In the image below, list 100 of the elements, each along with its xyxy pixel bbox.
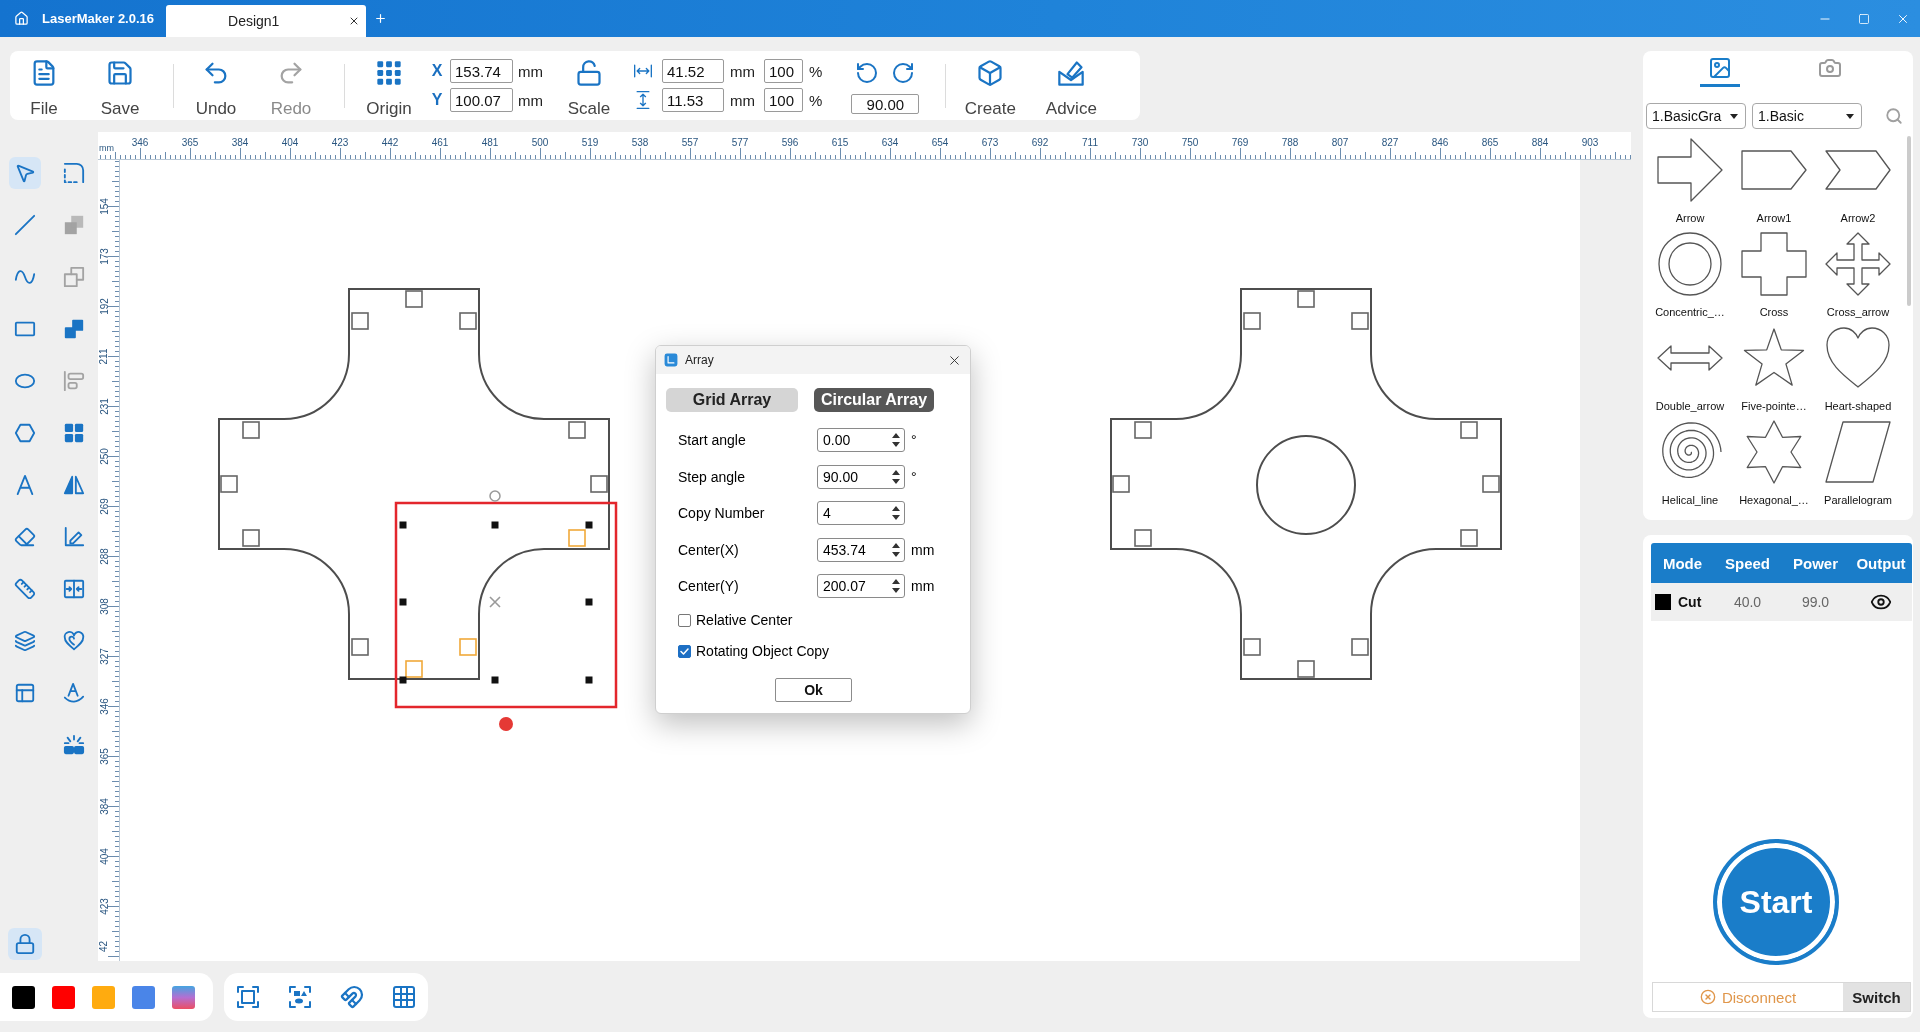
search-icon[interactable] — [1885, 107, 1903, 125]
shape-tile[interactable]: Arrow — [1648, 136, 1732, 230]
spin-arrows-icon[interactable] — [892, 432, 900, 448]
resize-handle[interactable] — [399, 521, 407, 529]
unit-label: % — [809, 91, 823, 109]
color-swatch-icon[interactable] — [132, 985, 155, 1009]
shape-tile[interactable]: Hexagonal_… — [1732, 418, 1816, 512]
resize-handle[interactable] — [585, 676, 593, 684]
shape-tile[interactable]: Cross_arrow — [1816, 230, 1900, 324]
color-swatch-icon[interactable] — [12, 985, 35, 1009]
shape-tile[interactable]: Five-pointe… — [1732, 324, 1816, 418]
app-title: LaserMaker 2.0.16 — [42, 11, 155, 26]
checkbox[interactable] — [678, 613, 691, 627]
create-button[interactable]: Create — [960, 51, 1021, 120]
shape-tile[interactable]: Heart-shaped — [1816, 324, 1900, 418]
ruler-label: 730 — [1131, 137, 1149, 150]
shape-tile[interactable]: Arrow1 — [1732, 136, 1816, 230]
ruler-label: 461 — [431, 137, 449, 150]
switch-button[interactable]: Switch — [1843, 983, 1910, 1011]
ruler-label: 42 — [98, 940, 110, 952]
start-button[interactable]: Start — [1713, 839, 1839, 965]
spin-arrows-icon[interactable] — [892, 505, 900, 521]
shape-tile[interactable]: Helical_line — [1648, 418, 1732, 512]
plus-icon[interactable] — [374, 12, 388, 25]
spin-arrows-icon[interactable] — [892, 541, 900, 558]
shape-tile[interactable]: Concentric_… — [1648, 230, 1732, 324]
select-shapes-icon[interactable] — [288, 985, 312, 1009]
file-button[interactable]: File — [14, 51, 74, 120]
undo-button[interactable]: Undo — [186, 51, 246, 120]
resize-handle[interactable] — [491, 676, 499, 684]
marker-dot-icon — [499, 717, 513, 731]
array-tab[interactable]: Circular Array — [814, 388, 934, 412]
ruler-label: 365 — [181, 137, 199, 150]
offset-heart-icon — [62, 630, 85, 652]
rotate-left-icon[interactable] — [855, 61, 880, 85]
shape-tile[interactable]: Cross — [1732, 230, 1816, 324]
ruler-label: 346 — [98, 697, 110, 715]
unit-label: % — [809, 62, 823, 80]
ruler-label: 711 — [1082, 137, 1098, 150]
unit-label: mm — [730, 91, 755, 109]
magnet-icon[interactable] — [340, 985, 364, 1009]
number-field[interactable]: 100 — [764, 59, 803, 83]
spin-box[interactable]: 200.07 — [817, 574, 905, 598]
color-swatch-icon[interactable] — [92, 985, 115, 1009]
advice-button[interactable]: Advice — [1041, 51, 1102, 120]
axis-label: Y — [430, 91, 444, 109]
lock-icon — [14, 933, 36, 955]
ruler-label: 827 — [1381, 137, 1399, 150]
grid-icon[interactable] — [392, 985, 416, 1009]
ruler-label: 211 — [98, 348, 110, 364]
home-icon[interactable] — [14, 11, 29, 26]
origin-button[interactable]: Origin — [359, 51, 419, 120]
tool-button[interactable] — [8, 157, 41, 189]
number-field[interactable]: 11.53 — [662, 88, 724, 112]
ruler-label: 788 — [1281, 137, 1299, 150]
ok-button[interactable]: Ok — [775, 678, 852, 702]
resize-handle[interactable] — [399, 676, 407, 684]
shape-tile[interactable]: Arrow2 — [1816, 136, 1900, 230]
table-row[interactable]: Cut 40.0 99.0 — [1651, 583, 1912, 621]
ruler-label: 154 — [98, 197, 110, 215]
caret-icon — [1730, 113, 1738, 119]
subcategory-dropdown[interactable]: 1.Basic — [1752, 103, 1862, 129]
shape-tile[interactable]: Double_arrow — [1648, 324, 1732, 418]
axis-label: X — [430, 62, 444, 80]
spin-arrows-icon[interactable] — [892, 468, 900, 485]
overlap-squares-icon — [62, 214, 85, 236]
save-button[interactable]: Save — [90, 51, 150, 120]
resize-handle[interactable] — [585, 598, 593, 606]
align-left-icon — [62, 370, 85, 392]
origin-grid-icon — [375, 59, 403, 87]
frame-icon[interactable] — [236, 985, 260, 1009]
line-tool-icon — [13, 214, 36, 236]
spin-box[interactable]: 453.74 — [817, 537, 905, 562]
hexagon-tool-icon — [13, 422, 36, 444]
lock-button[interactable] — [8, 928, 42, 960]
color-swatch-icon[interactable] — [52, 985, 75, 1009]
spin-box[interactable]: 0.00 — [817, 428, 905, 452]
number-field[interactable]: 41.52 — [662, 59, 724, 83]
spin-box[interactable]: 90.00 — [817, 464, 905, 489]
resize-handle[interactable] — [491, 521, 499, 529]
resize-handle[interactable] — [585, 521, 593, 529]
spin-arrows-icon[interactable] — [892, 578, 900, 594]
rotate-handle[interactable] — [489, 490, 501, 502]
scrollbar-thumb[interactable] — [1907, 136, 1911, 306]
document-tab[interactable]: Design1 — [166, 5, 367, 37]
color-swatch-icon[interactable] — [172, 985, 195, 1009]
number-field[interactable]: 100 — [764, 88, 803, 112]
checkbox[interactable] — [678, 644, 691, 658]
number-field[interactable]: 153.74 — [450, 59, 513, 83]
shape-tile[interactable]: Parallelogram — [1816, 418, 1900, 512]
number-field[interactable]: 100.07 — [450, 88, 513, 112]
array-tab[interactable]: Grid Array — [666, 388, 798, 412]
maximize-icon[interactable] — [1858, 12, 1870, 25]
ruler-label: 250 — [98, 447, 110, 465]
spin-box[interactable]: 4 — [817, 501, 905, 525]
rotate-right-icon[interactable] — [891, 61, 916, 85]
scale-button[interactable]: Scale — [559, 51, 619, 120]
resize-handle[interactable] — [399, 598, 407, 606]
angle-field[interactable]: 90.00 — [851, 94, 920, 114]
category-dropdown[interactable]: 1.BasicGra — [1646, 103, 1746, 129]
